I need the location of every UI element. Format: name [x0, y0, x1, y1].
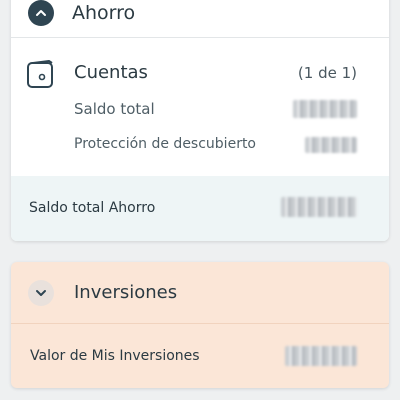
- ahorro-header[interactable]: Ahorro: [11, 0, 389, 38]
- ahorro-title: Ahorro: [72, 1, 136, 24]
- wallet-icon: [27, 60, 53, 88]
- inversiones-card: Inversiones Valor de Mis Inversiones: [11, 262, 389, 388]
- valor-inversiones-label: Valor de Mis Inversiones: [30, 348, 200, 364]
- proteccion-descubierto-label: Protección de descubierto: [74, 136, 256, 152]
- valor-inversiones-value-redacted: [285, 346, 357, 366]
- cuentas-section[interactable]: Cuentas (1 de 1) Saldo total Protección …: [11, 38, 389, 176]
- ahorro-card: Ahorro Cuentas (1 de 1) Saldo total Prot…: [11, 0, 389, 241]
- cuentas-title: Cuentas: [74, 62, 148, 83]
- cuentas-count: (1 de 1): [297, 64, 357, 82]
- saldo-total-ahorro-row: Saldo total Ahorro: [11, 176, 389, 241]
- chevron-up-icon[interactable]: [28, 0, 54, 26]
- saldo-total-value-redacted: [293, 100, 357, 118]
- inversiones-title: Inversiones: [74, 282, 178, 303]
- chevron-down-icon[interactable]: [28, 279, 54, 306]
- saldo-total-label: Saldo total: [74, 100, 155, 118]
- saldo-total-ahorro-value-redacted: [281, 197, 357, 217]
- inversiones-header[interactable]: Inversiones: [11, 262, 389, 324]
- proteccion-descubierto-value-redacted: [305, 137, 357, 153]
- saldo-total-ahorro-label: Saldo total Ahorro: [29, 200, 156, 216]
